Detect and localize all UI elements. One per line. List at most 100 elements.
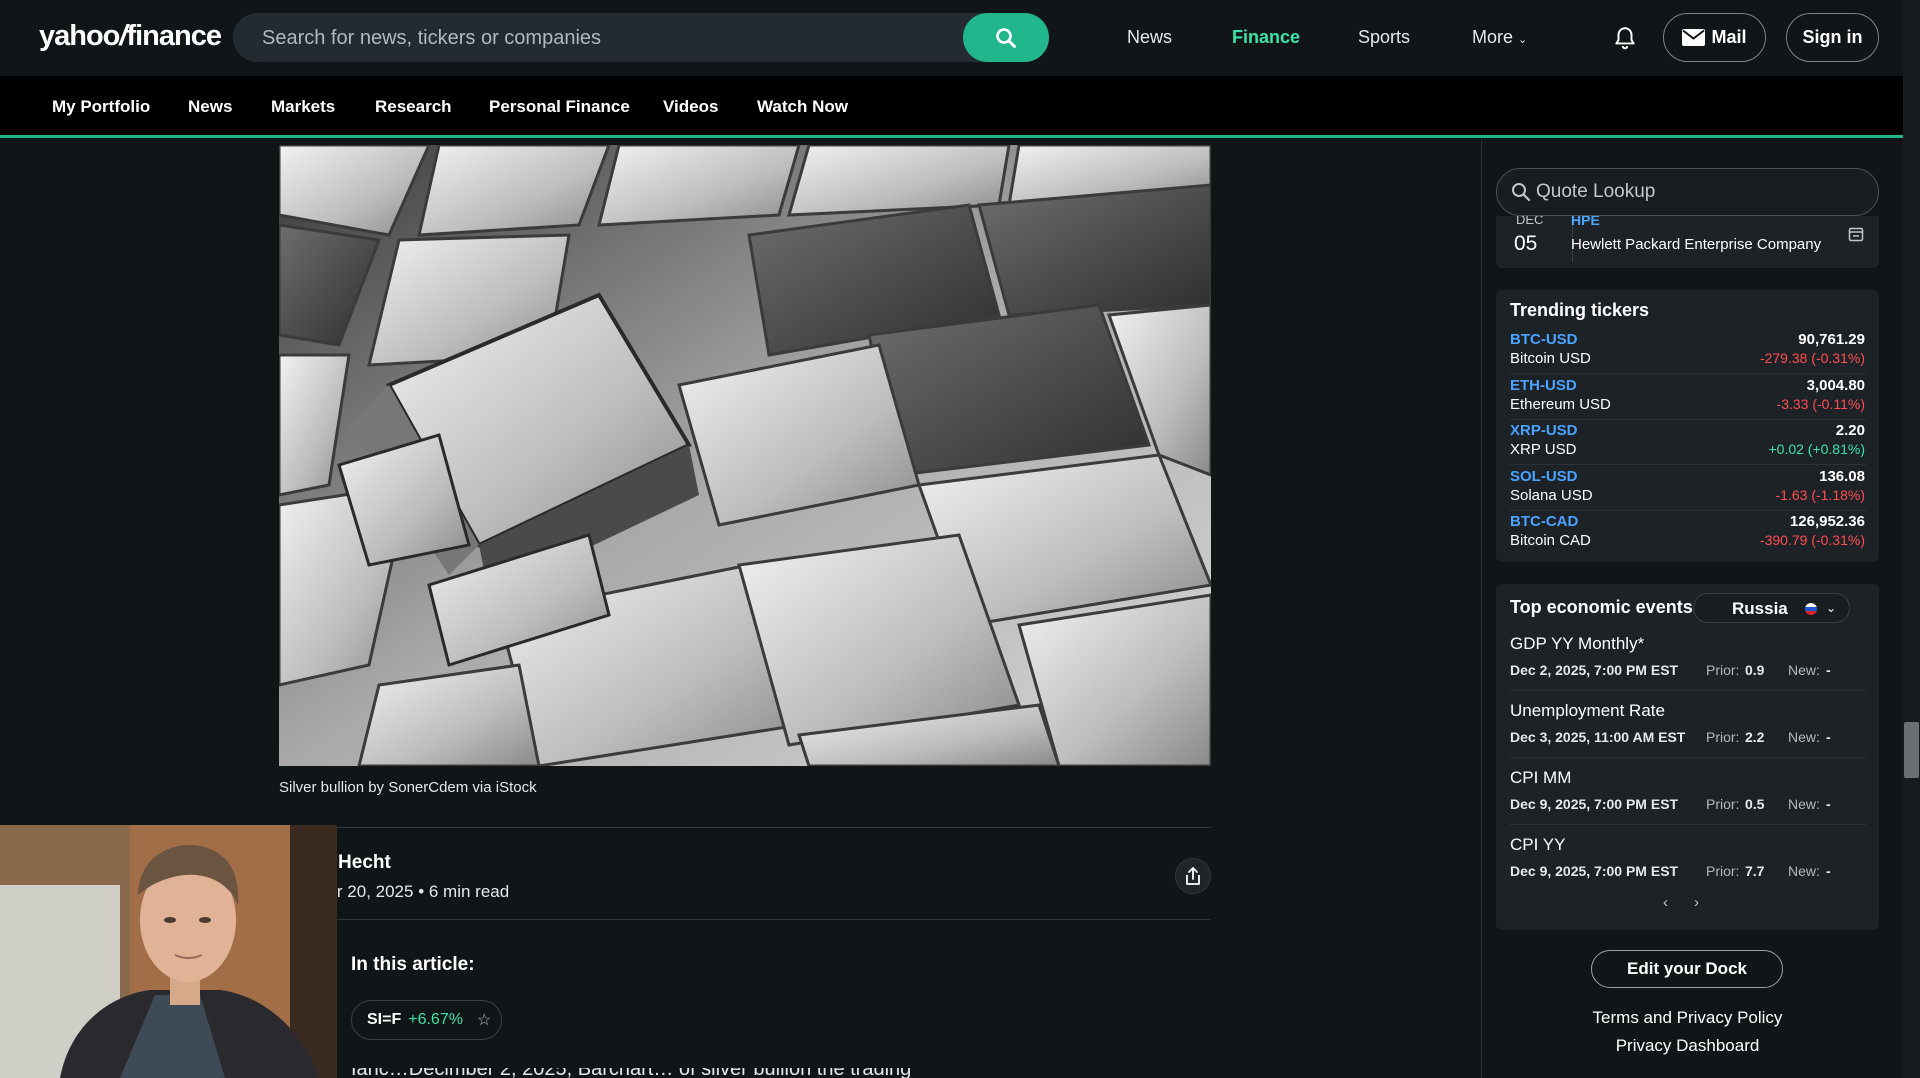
- terms-link[interactable]: Terms and Privacy Policy: [1496, 1008, 1879, 1028]
- country-name: Russia: [1732, 599, 1788, 618]
- pager-prev-button[interactable]: ‹: [1663, 894, 1668, 911]
- search-button[interactable]: [963, 13, 1049, 62]
- nav-news[interactable]: News: [1127, 27, 1172, 48]
- event-prior-label: Prior:: [1706, 729, 1740, 745]
- event-title[interactable]: CPI YY: [1510, 835, 1565, 855]
- edit-dock-button[interactable]: Edit your Dock: [1591, 950, 1783, 988]
- ticker-change: -3.33 (-0.11%): [1776, 395, 1865, 412]
- mail-label: Mail: [1711, 27, 1747, 47]
- page: yahoo/finance Search for news, tickers o…: [0, 0, 1920, 1078]
- event-new-value: -: [1826, 863, 1831, 879]
- row-separator: [1510, 824, 1866, 825]
- event-new-value: -: [1826, 729, 1831, 745]
- trending-tickers-title: Trending tickers: [1510, 300, 1650, 320]
- divider: [279, 827, 1211, 828]
- star-icon[interactable]: ☆: [477, 1010, 491, 1030]
- scrollbar-thumb[interactable]: [1904, 722, 1919, 778]
- row-separator: [1510, 509, 1866, 511]
- subnav-watch-now[interactable]: Watch Now: [757, 97, 848, 117]
- row-separator: [1510, 690, 1866, 691]
- share-button[interactable]: [1175, 858, 1211, 894]
- earnings-month: DEC: [1516, 216, 1544, 227]
- nav-sports[interactable]: Sports: [1358, 27, 1410, 48]
- ticker-row[interactable]: BTC-CAD Bitcoin CAD 126,952.36 -390.79 (-0.…: [1510, 513, 1866, 559]
- ticker-change: -1.63 (-1.18%): [1775, 486, 1865, 503]
- bell-icon[interactable]: [1612, 25, 1638, 51]
- subnav-personal-finance[interactable]: Personal Finance: [489, 97, 630, 117]
- share-icon: [1186, 867, 1200, 885]
- event-title[interactable]: CPI MM: [1510, 768, 1571, 788]
- article-hero-image: [279, 145, 1211, 766]
- ticker-symbol[interactable]: SOL-USD: [1510, 468, 1578, 485]
- quote-lookup-input[interactable]: Quote Lookup: [1536, 181, 1655, 203]
- subnav-videos[interactable]: Videos: [663, 97, 718, 117]
- search-icon: [996, 27, 1016, 48]
- ticker-name: Solana USD: [1510, 486, 1593, 504]
- event-title[interactable]: Unemployment Rate: [1510, 701, 1665, 721]
- ticker-price: 3,004.80: [1806, 376, 1865, 394]
- ticker-row[interactable]: XRP-USD XRP USD 2.20 +0.02 (+0.81%): [1510, 422, 1866, 468]
- image-caption: Silver bullion by SonerCdem via iStock: [279, 779, 537, 796]
- mail-icon: [1682, 29, 1706, 46]
- country-select[interactable]: Russia ⌄: [1693, 593, 1850, 623]
- divider: [279, 919, 1211, 920]
- yahoo-finance-logo[interactable]: yahoo/finance: [39, 20, 222, 53]
- earnings-symbol[interactable]: HPE: [1571, 216, 1600, 228]
- webcam-person-image: [0, 825, 337, 1078]
- event-date: Dec 9, 2025, 7:00 PM EST: [1510, 863, 1679, 879]
- ticker-name: Bitcoin USD: [1510, 350, 1591, 367]
- search-bar[interactable]: Search for news, tickers or companies: [233, 13, 1049, 62]
- ticker-row[interactable]: BTC-USD Bitcoin USD 90,761.29 -279.38 (-0.3…: [1510, 331, 1866, 377]
- event-prior-value: 2.2: [1745, 729, 1765, 745]
- event-prior-label: Prior:: [1706, 796, 1740, 812]
- subnav-research[interactable]: Research: [375, 97, 452, 117]
- event-new-label: New:: [1788, 662, 1820, 678]
- ticker-change: -279.38 (-0.31%): [1759, 350, 1865, 366]
- chevron-down-icon: ⌄: [1518, 34, 1528, 46]
- logo-text-yahoo: yahoo: [39, 20, 120, 52]
- trending-tickers-card: Trending tickers BTC-USD Bitcoin USD 90,76…: [1496, 290, 1879, 562]
- ticker-symbol[interactable]: ETH-USD: [1510, 377, 1577, 394]
- earnings-card: DEC 05 HPE Hewlett Packard Enterprise Co…: [1496, 216, 1879, 268]
- nav-more-label: More: [1472, 27, 1514, 47]
- secondary-nav: My Portfolio News Markets Research Perso…: [0, 76, 1903, 138]
- event-date: Dec 2, 2025, 7:00 PM EST: [1510, 662, 1679, 678]
- sign-in-button[interactable]: Sign in: [1786, 13, 1879, 62]
- search-input[interactable]: Search for news, tickers or companies: [262, 27, 601, 50]
- ticker-symbol: SI=F: [367, 1011, 402, 1028]
- event-new-label: New:: [1788, 729, 1820, 745]
- subnav-news[interactable]: News: [188, 97, 232, 117]
- row-separator: [1510, 757, 1866, 758]
- pager-next-button[interactable]: ›: [1694, 894, 1699, 911]
- event-new-value: -: [1826, 796, 1831, 812]
- event-new-label: New:: [1788, 863, 1820, 879]
- quote-lookup[interactable]: Quote Lookup: [1496, 168, 1879, 216]
- ticker-price: 2.20: [1835, 422, 1865, 440]
- calendar-add-icon[interactable]: [1848, 226, 1864, 242]
- event-date: Dec 9, 2025, 7:00 PM EST: [1510, 796, 1679, 812]
- ticker-name: Bitcoin CAD: [1510, 532, 1591, 550]
- search-icon: [1512, 183, 1531, 202]
- event-new-value: -: [1826, 662, 1831, 678]
- ticker-price: 136.08: [1819, 467, 1865, 485]
- subnav-my-portfolio[interactable]: My Portfolio: [52, 97, 150, 117]
- ticker-chip-si-f[interactable]: SI=F +6.67% ☆: [351, 1000, 502, 1040]
- privacy-dashboard-link[interactable]: Privacy Dashboard: [1496, 1036, 1879, 1056]
- ticker-symbol[interactable]: BTC-CAD: [1510, 513, 1578, 530]
- nav-more[interactable]: More ⌄: [1472, 27, 1527, 48]
- event-prior-label: Prior:: [1706, 662, 1740, 678]
- ticker-row[interactable]: ETH-USD Ethereum USD 3,004.80 -3.33 (-0.11%…: [1510, 377, 1866, 423]
- mail-button[interactable]: Mail: [1663, 13, 1766, 62]
- ticker-symbol[interactable]: XRP-USD: [1510, 422, 1578, 439]
- subnav-markets[interactable]: Markets: [271, 97, 335, 117]
- event-new-label: New:: [1788, 796, 1820, 812]
- ticker-symbol[interactable]: BTC-USD: [1510, 331, 1578, 348]
- ticker-change: +6.67%: [408, 1011, 463, 1028]
- scrollbar-track[interactable]: [1903, 0, 1920, 1078]
- nav-finance[interactable]: Finance: [1232, 27, 1300, 48]
- ticker-row[interactable]: SOL-USD Solana USD 136.08 -1.63 (-1.18%): [1510, 468, 1866, 514]
- row-separator: [1510, 418, 1866, 420]
- earnings-company-name[interactable]: Hewlett Packard Enterprise Company: [1571, 236, 1821, 253]
- event-title[interactable]: GDP YY Monthly*: [1510, 634, 1644, 654]
- article-meta: ber 20, 2025 • 6 min read: [318, 882, 510, 901]
